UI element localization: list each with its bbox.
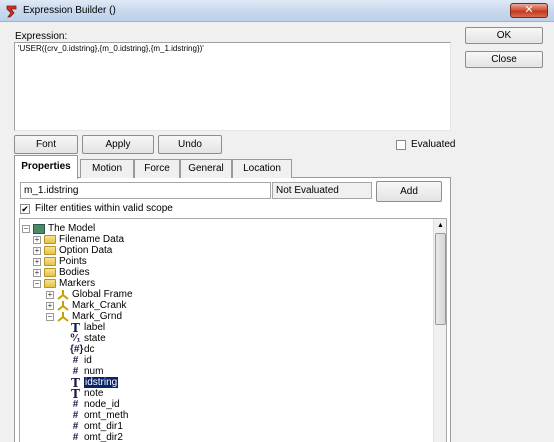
- marker-icon: [57, 312, 69, 322]
- tree-attr-label[interactable]: T label: [70, 321, 106, 335]
- tree-attr-node-id[interactable]: # node_id: [70, 399, 120, 410]
- tree-attr-text: node_id: [84, 399, 120, 410]
- marker-icon: [57, 301, 69, 311]
- tab-force[interactable]: Force: [134, 159, 180, 178]
- expand-toggle[interactable]: +: [33, 268, 41, 277]
- tree-node-label: Option Data: [59, 245, 113, 256]
- expand-toggle[interactable]: +: [33, 257, 41, 266]
- number-type-icon: #: [72, 432, 79, 442]
- tree-scrollbar[interactable]: ▲: [433, 219, 446, 442]
- folder-icon: [44, 257, 56, 266]
- tree-attr-omt-dir1[interactable]: # omt_dir1: [70, 421, 123, 432]
- tab-general[interactable]: General: [180, 159, 232, 178]
- folder-icon: [44, 268, 56, 277]
- tree-node-label: Mark_Crank: [72, 300, 127, 311]
- evaluated-checkbox[interactable]: Evaluated: [396, 139, 455, 150]
- tree-attr-text: omt_dir1: [84, 421, 123, 432]
- add-button[interactable]: Add: [376, 181, 442, 202]
- tree-attr-omt-meth[interactable]: # omt_meth: [70, 410, 129, 421]
- tree-attr-omt-dir2[interactable]: # omt_dir2: [70, 432, 123, 442]
- model-tree[interactable]: ▲ − The Model + Filename Data + Option D…: [19, 218, 447, 442]
- folder-icon: [44, 246, 56, 255]
- boolean-type-icon: ⁰⁄₁: [70, 333, 81, 344]
- ok-button[interactable]: OK: [465, 27, 543, 44]
- evaluation-result-field: Not Evaluated: [272, 182, 372, 199]
- open-folder-icon: [44, 279, 56, 288]
- tree-node-mark-grnd[interactable]: − Mark_Grnd: [46, 311, 122, 322]
- tab-properties[interactable]: Properties: [14, 155, 78, 179]
- tab-motion[interactable]: Motion: [80, 159, 134, 178]
- tree-attr-note[interactable]: T note: [70, 387, 104, 401]
- number-type-icon: #: [72, 399, 79, 410]
- number-type-icon: #: [72, 410, 79, 421]
- tree-node-label: The Model: [48, 223, 96, 234]
- evaluated-checkbox-box[interactable]: [396, 139, 406, 150]
- tree-attr-text: label: [84, 322, 106, 333]
- array-type-icon: {#}: [70, 344, 84, 355]
- tree-node-markers[interactable]: − Markers: [33, 278, 95, 289]
- expand-toggle[interactable]: +: [33, 246, 41, 255]
- expression-input[interactable]: 'USER({crv_0.idstring},{m_0.idstring},{m…: [14, 42, 451, 131]
- model-icon: [33, 223, 45, 234]
- tree-attr-text: omt_meth: [84, 410, 129, 421]
- expression-label: Expression:: [15, 31, 68, 42]
- number-type-icon: #: [72, 421, 79, 432]
- tree-attr-text: state: [84, 333, 106, 344]
- app-icon: [6, 5, 17, 18]
- scroll-thumb[interactable]: [435, 233, 446, 325]
- tree-node-bodies[interactable]: + Bodies: [33, 267, 90, 278]
- tree-attr-id[interactable]: # id: [70, 355, 92, 366]
- tree-attr-text: num: [84, 366, 104, 377]
- tree-node-label: Bodies: [59, 267, 90, 278]
- tree-node-label: Global Frame: [72, 289, 133, 300]
- filter-checkbox-box[interactable]: ✔: [20, 203, 30, 214]
- tree-attr-text-selected: idstring: [84, 377, 119, 388]
- marker-icon: [57, 290, 69, 300]
- close-button[interactable]: Close: [465, 51, 543, 68]
- tree-node-label: Points: [59, 256, 87, 267]
- tree-attr-text: id: [84, 355, 92, 366]
- scroll-up-arrow[interactable]: ▲: [434, 219, 446, 232]
- tree-attr-text: dc: [84, 344, 95, 355]
- tree-node-option-data[interactable]: + Option Data: [33, 245, 112, 256]
- tab-location[interactable]: Location: [232, 159, 292, 178]
- evaluated-label: Evaluated: [411, 139, 456, 150]
- collapse-toggle[interactable]: −: [46, 312, 54, 321]
- tree-node-the-model[interactable]: − The Model: [22, 223, 95, 234]
- tree-attr-dc[interactable]: {#} dc: [70, 344, 95, 355]
- collapse-toggle[interactable]: −: [33, 279, 41, 288]
- title-bar: Expression Builder () ✕: [0, 0, 554, 22]
- expand-toggle[interactable]: +: [46, 301, 54, 310]
- expand-toggle[interactable]: +: [46, 290, 54, 299]
- tree-node-filename-data[interactable]: + Filename Data: [33, 234, 124, 245]
- filter-scope-checkbox[interactable]: ✔ Filter entities within valid scope: [20, 203, 173, 214]
- entity-name-field[interactable]: m_1.idstring: [20, 182, 271, 199]
- folder-icon: [44, 235, 56, 244]
- apply-button[interactable]: Apply: [82, 135, 154, 154]
- tree-node-points[interactable]: + Points: [33, 256, 87, 267]
- window-title: Expression Builder (): [23, 5, 116, 16]
- tree-node-label: Markers: [59, 278, 96, 289]
- tree-node-global-frame[interactable]: + Global Frame: [46, 289, 133, 300]
- window-close-button[interactable]: ✕: [510, 3, 548, 18]
- tree-attr-state[interactable]: ⁰⁄₁ state: [70, 333, 106, 344]
- tree-attr-text: omt_dir2: [84, 432, 123, 442]
- tree-node-label: Filename Data: [59, 234, 125, 245]
- filter-label: Filter entities within valid scope: [35, 203, 173, 214]
- undo-button[interactable]: Undo: [158, 135, 222, 154]
- collapse-toggle[interactable]: −: [22, 224, 30, 233]
- font-button[interactable]: Font: [14, 135, 78, 154]
- tree-attr-text: note: [84, 388, 104, 399]
- expand-toggle[interactable]: +: [33, 235, 41, 244]
- number-type-icon: #: [72, 355, 79, 366]
- tree-node-mark-crank[interactable]: + Mark_Crank: [46, 300, 126, 311]
